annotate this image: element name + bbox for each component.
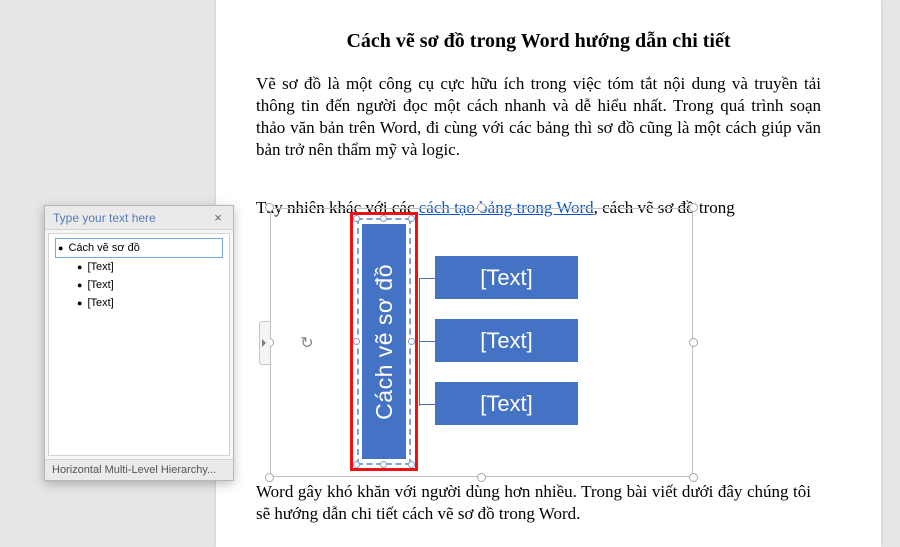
smartart-main-text: Cách vẽ sơ đồ — [371, 264, 398, 420]
resize-handle-br[interactable] — [689, 473, 698, 482]
resize-handle-bl[interactable] — [265, 473, 274, 482]
page-title: Cách vẽ sơ đồ trong Word hướng dẫn chi t… — [256, 30, 821, 53]
smartart-child-node-2[interactable]: [Text] — [435, 319, 578, 362]
bullet-icon: ● — [77, 298, 82, 308]
paragraph-3: Word gây khó khăn với người dùng hơn nhi… — [256, 481, 811, 525]
resize-handle-tr[interactable] — [689, 203, 698, 212]
highlight-box: Cách vẽ sơ đồ — [350, 212, 418, 471]
text-pane-item-child[interactable]: ● [Text] — [55, 294, 223, 312]
text-pane-item-label: [Text] — [87, 261, 113, 273]
text-pane-item-child[interactable]: ● [Text] — [55, 276, 223, 294]
bullet-icon: ● — [77, 280, 82, 290]
text-pane-item-label: [Text] — [87, 297, 113, 309]
smartart-text-pane[interactable]: Type your text here × ● Cách vẽ sơ đồ ● … — [44, 205, 234, 481]
shape-handle[interactable] — [408, 215, 415, 222]
text-pane-toggle[interactable] — [259, 321, 270, 365]
text-pane-item-label: Cách vẽ sơ đồ — [68, 242, 139, 254]
smartart-child-node-3[interactable]: [Text] — [435, 382, 578, 425]
shape-handle[interactable] — [353, 215, 360, 222]
resize-handle-tm[interactable] — [477, 203, 486, 212]
resize-handle-mr[interactable] — [689, 338, 698, 347]
shape-handle[interactable] — [380, 215, 387, 222]
shape-handle[interactable] — [380, 461, 387, 468]
smartart-container[interactable]: ↻ Cách vẽ sơ đồ [Text] [Text] [Text] — [270, 208, 693, 477]
bullet-icon: ● — [77, 262, 82, 272]
paragraph-1: Vẽ sơ đồ là một công cụ cực hữu ích tron… — [256, 73, 821, 161]
text-pane-header[interactable]: Type your text here × — [45, 206, 233, 230]
connector-2 — [419, 341, 435, 342]
text-pane-title: Type your text here — [53, 211, 156, 225]
connector-1 — [419, 278, 435, 279]
text-pane-footer: Horizontal Multi-Level Hierarchy... — [45, 459, 233, 480]
rotate-handle-icon[interactable]: ↻ — [296, 332, 318, 354]
connector-vertical — [419, 278, 420, 406]
resize-handle-tl[interactable] — [265, 203, 274, 212]
shape-handle[interactable] — [408, 461, 415, 468]
resize-handle-bm[interactable] — [477, 473, 486, 482]
smartart-main-node[interactable]: Cách vẽ sơ đồ — [362, 224, 406, 459]
connector-3 — [419, 404, 435, 405]
bullet-icon: ● — [58, 243, 63, 253]
text-pane-item-child[interactable]: ● [Text] — [55, 258, 223, 276]
shape-handle[interactable] — [408, 338, 415, 345]
shape-handle[interactable] — [353, 338, 360, 345]
shape-handle[interactable] — [353, 461, 360, 468]
smartart-child-node-1[interactable]: [Text] — [435, 256, 578, 299]
close-icon[interactable]: × — [211, 210, 225, 225]
text-pane-body[interactable]: ● Cách vẽ sơ đồ ● [Text] ● [Text] ● [Tex… — [48, 233, 230, 456]
text-pane-item-label: [Text] — [87, 279, 113, 291]
text-pane-item-main[interactable]: ● Cách vẽ sơ đồ — [55, 238, 223, 258]
